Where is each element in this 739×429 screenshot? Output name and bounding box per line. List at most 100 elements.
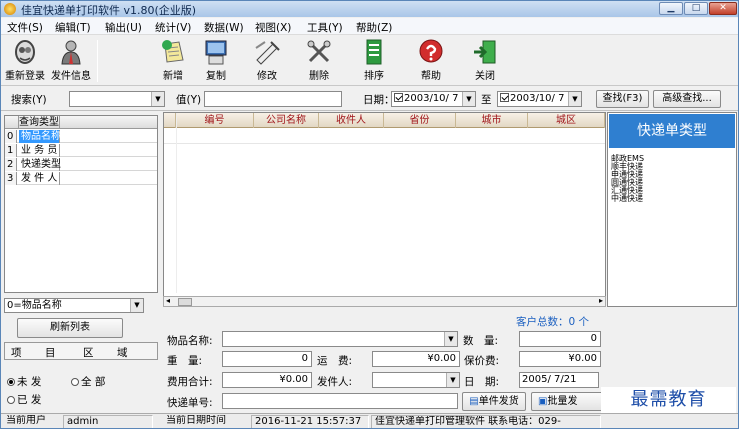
menu-file[interactable]: 文件(S) xyxy=(7,20,43,35)
date-from-checkbox[interactable] xyxy=(394,93,403,102)
status-date-label: 当前日期时间 xyxy=(166,415,226,426)
query-row-salesman[interactable]: 1 业 务 员 xyxy=(5,144,157,157)
col-district[interactable]: 城区 xyxy=(528,113,605,128)
help-button[interactable]: 帮助 xyxy=(413,38,449,84)
minimize-button[interactable]: ▁ xyxy=(659,2,683,15)
batch-send-button[interactable]: ▣批量发 xyxy=(531,392,603,411)
watermark: 最需教育 xyxy=(601,387,736,413)
search-label: 搜索(Y) xyxy=(11,94,47,106)
quantity-input[interactable]: 0 xyxy=(519,331,601,347)
row-value: 业 务 员 xyxy=(19,144,60,157)
sender-label: 发件人: xyxy=(317,376,353,388)
find-button[interactable]: 查找(F3) xyxy=(596,90,649,108)
single-send-button[interactable]: ▤单件发货 xyxy=(462,392,526,411)
query-row-express-type[interactable]: 2 快递类型 xyxy=(5,158,157,171)
chevron-down-icon: ▼ xyxy=(462,92,475,106)
delete-button[interactable]: 删除 xyxy=(297,38,341,84)
customer-total: 客户总数：0 个 xyxy=(516,316,590,328)
query-type-select[interactable]: 0=物品名称 ▼ xyxy=(4,298,144,313)
relogin-button[interactable]: 重新登录 xyxy=(3,38,47,84)
menu-edit[interactable]: 编辑(T) xyxy=(55,20,91,35)
chevron-down-icon: ▼ xyxy=(444,332,457,346)
freight-label: 运 费: xyxy=(317,355,353,367)
menu-data[interactable]: 数据(W) xyxy=(204,20,244,35)
col-province[interactable]: 省份 xyxy=(384,113,456,128)
query-select-value: 0=物品名称 xyxy=(7,300,62,311)
shipment-grid[interactable]: 编号 公司名称 收件人 省份 城市 城区 xyxy=(163,112,606,307)
relogin-icon xyxy=(15,40,35,64)
window-title: 佳宜快递单打印软件 v1.80(企业版) xyxy=(21,4,197,17)
menu-output[interactable]: 输出(U) xyxy=(105,20,142,35)
add-button[interactable]: 新增 xyxy=(151,38,195,84)
radio-unsent-label: 未 发 xyxy=(17,376,42,388)
delete-label: 删除 xyxy=(309,71,329,82)
col-number[interactable]: 编号 xyxy=(176,113,254,128)
sender-select[interactable]: ▼ xyxy=(372,372,460,388)
relogin-label: 重新登录 xyxy=(5,71,45,82)
close-button[interactable]: 关闭 xyxy=(467,38,503,84)
toolbar-separator xyxy=(97,40,98,82)
edit-icon xyxy=(255,41,280,65)
tab-item-2[interactable]: 目 xyxy=(45,345,56,360)
row-value: 快递类型 xyxy=(21,158,61,171)
grid-row-line xyxy=(164,143,605,144)
item-name-select[interactable]: ▼ xyxy=(222,331,458,347)
search-value-input[interactable] xyxy=(204,91,342,107)
exit-icon xyxy=(474,40,496,64)
region-tabs: 项 目 区 域 xyxy=(4,342,158,360)
title-bar: 佳宜快递单打印软件 v1.80(企业版) ▁ □ ✕ xyxy=(1,1,738,17)
menu-tools[interactable]: 工具(Y) xyxy=(307,20,343,35)
tab-item[interactable]: 项 xyxy=(11,345,22,360)
close-label: 关闭 xyxy=(475,71,495,82)
query-panel: 查询类型 0 物品名称 1 业 务 员 2 快递类型 3 发 件 人 0=物品名… xyxy=(1,112,161,412)
sort-icon xyxy=(366,39,382,65)
horizontal-scrollbar[interactable]: ◂ ▸ xyxy=(163,296,606,307)
query-row-item-name[interactable]: 0 物品名称 xyxy=(5,130,157,143)
maximize-button[interactable]: □ xyxy=(684,2,708,15)
scroll-left-icon[interactable]: ◂ xyxy=(166,296,170,305)
express-item[interactable]: 中通快递 xyxy=(611,195,643,203)
item-name-label: 物品名称: xyxy=(167,335,213,347)
menu-stats[interactable]: 统计(V) xyxy=(155,20,191,35)
query-row-sender[interactable]: 3 发 件 人 xyxy=(5,172,157,185)
tab-region-2[interactable]: 域 xyxy=(117,345,128,360)
edit-button[interactable]: 修改 xyxy=(245,38,289,84)
date-to-checkbox[interactable] xyxy=(500,93,509,102)
col-city[interactable]: 城市 xyxy=(456,113,528,128)
scroll-right-icon[interactable]: ▸ xyxy=(599,296,603,305)
radio-icon xyxy=(71,378,79,386)
chevron-down-icon: ▼ xyxy=(568,92,581,106)
express-type-title: 快递单类型 xyxy=(609,114,735,148)
search-field-select[interactable]: ▼ xyxy=(69,91,165,107)
sender-info-button[interactable]: 发件信息 xyxy=(49,38,93,84)
radio-all[interactable]: 全 部 xyxy=(71,374,105,389)
tracking-input[interactable] xyxy=(222,393,458,409)
menu-view[interactable]: 视图(X) xyxy=(255,20,291,35)
date-to-picker[interactable]: 2003/10/ 7 ▼ xyxy=(497,91,582,107)
col-recipient[interactable]: 收件人 xyxy=(319,113,384,128)
grid-corner xyxy=(164,113,176,128)
radio-sent[interactable]: 已 发 xyxy=(7,392,41,407)
close-window-button[interactable]: ✕ xyxy=(709,2,737,15)
express-type-panel: 快递单类型 邮政EMS 顺丰快递 申通快递 圆通快递 汇通快递 中通快递 xyxy=(607,112,737,307)
copy-icon xyxy=(205,40,227,65)
refresh-list-button[interactable]: 刷新列表 xyxy=(17,318,123,338)
date-from-picker[interactable]: 2003/10/ 7 ▼ xyxy=(391,91,476,107)
add-icon xyxy=(162,40,184,63)
row-index: 0 xyxy=(5,130,17,143)
date-input[interactable]: 2005/ 7/21 xyxy=(519,372,599,388)
copy-button[interactable]: 复制 xyxy=(194,38,238,84)
toolbar: 重新登录 发件信息 新增 复制 修改 删除 排序 帮助 关闭 xyxy=(1,36,738,86)
advanced-search-button[interactable]: 高级查找... xyxy=(653,90,721,108)
total-input[interactable]: ¥0.00 xyxy=(222,372,312,388)
menu-help[interactable]: 帮助(Z) xyxy=(356,20,392,35)
radio-unsent[interactable]: 未 发 xyxy=(7,374,41,389)
tab-region[interactable]: 区 xyxy=(83,345,94,360)
col-company[interactable]: 公司名称 xyxy=(254,113,319,128)
sort-button[interactable]: 排序 xyxy=(356,38,392,84)
freight-input[interactable]: ¥0.00 xyxy=(372,351,460,367)
scroll-thumb[interactable] xyxy=(178,298,192,306)
status-user: admin xyxy=(63,415,153,428)
insured-input[interactable]: ¥0.00 xyxy=(519,351,601,367)
weight-input[interactable]: 0 xyxy=(222,351,312,367)
